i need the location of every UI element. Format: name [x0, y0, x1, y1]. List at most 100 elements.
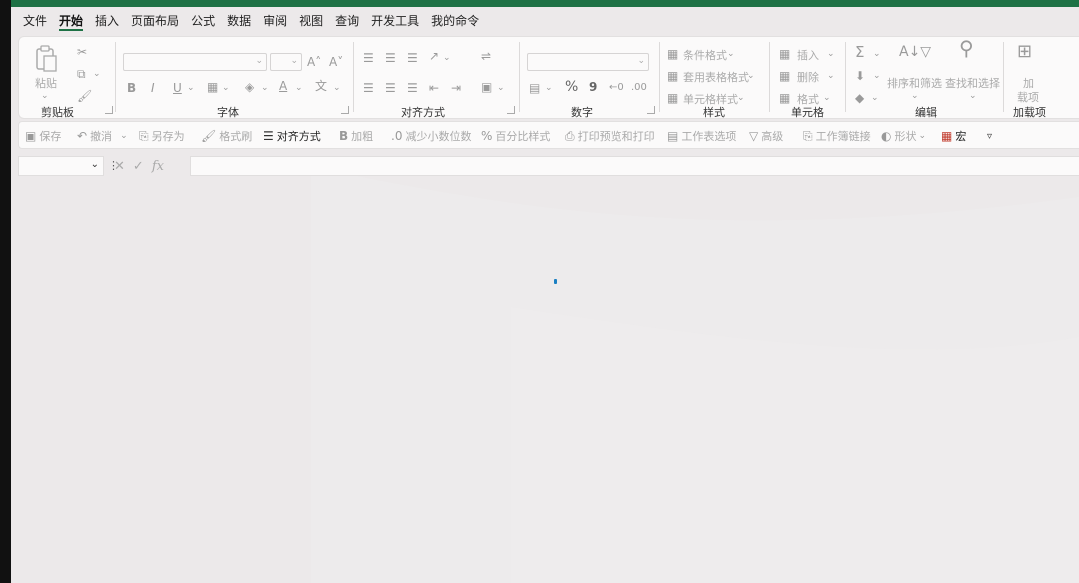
qat-print-preview-button[interactable]: ⎙ 打印预览和打印 [565, 127, 655, 145]
tab-view[interactable]: 视图 [293, 7, 329, 35]
qat-format-painter-button[interactable]: 🖌 格式刷 [201, 127, 252, 145]
delete-dropdown-icon[interactable]: ⌄ [827, 69, 835, 83]
enter-icon[interactable]: ✓ [133, 159, 144, 174]
shrink-font-icon[interactable]: A˅ [329, 55, 343, 69]
conditional-format-dropdown-icon[interactable]: ⌄ [727, 47, 735, 61]
qat-advanced-button[interactable]: ▽ 高级 [749, 127, 783, 145]
decrease-indent-icon[interactable]: ⇤ [429, 81, 439, 95]
copy-dropdown-icon[interactable]: ⌄ [93, 67, 101, 81]
align-left-icon[interactable]: ☰ [363, 81, 374, 95]
tab-file[interactable]: 文件 [17, 7, 53, 35]
paste-dropdown-icon[interactable]: ⌄ [41, 89, 49, 103]
qat-decrease-decimal-button[interactable]: .0 减少小数位数 [391, 127, 471, 145]
font-size-combo[interactable]: ⌄ [270, 53, 302, 71]
table-format-button[interactable]: 套用表格格式 [683, 69, 749, 85]
qat-undo-button[interactable]: ↶ 撤消 ⌄ [77, 127, 131, 145]
insert-cells-icon[interactable]: ▦ [779, 47, 790, 61]
sort-filter-dropdown-icon[interactable]: ⌄ [911, 89, 919, 103]
copy-icon[interactable]: ⧉ [77, 67, 86, 81]
accounting-dropdown-icon[interactable]: ⌄ [545, 81, 553, 95]
table-format-dropdown-icon[interactable]: ⌄ [747, 69, 755, 83]
underline-icon[interactable]: U [173, 81, 182, 95]
align-top-icon[interactable]: ☰ [363, 51, 374, 65]
delete-cells-button[interactable]: 删除 [797, 69, 819, 85]
border-icon[interactable]: ▦ [207, 80, 218, 94]
find-select-icon[interactable]: ⚲ [959, 38, 974, 58]
addins-button-line2[interactable]: 载项 [1017, 89, 1039, 105]
find-select-dropdown-icon[interactable]: ⌄ [969, 89, 977, 103]
phonetic-dropdown-icon[interactable]: ⌄ [333, 81, 341, 95]
insert-cells-button[interactable]: 插入 [797, 47, 819, 63]
autosum-icon[interactable]: Σ [855, 45, 864, 60]
format-cells-icon[interactable]: ▦ [779, 91, 790, 105]
qat-sheet-link-button[interactable]: ⎘ 工作簿链接 [803, 127, 871, 145]
tab-home[interactable]: 开始 [53, 7, 89, 35]
tab-developer[interactable]: 开发工具 [365, 7, 425, 35]
merge-cells-icon[interactable]: ▣ [481, 80, 492, 94]
conditional-format-icon[interactable]: ▦ [667, 47, 678, 61]
increase-indent-icon[interactable]: ⇥ [451, 81, 461, 95]
paste-icon[interactable] [33, 45, 59, 73]
clipboard-dialog-launcher[interactable] [105, 106, 113, 114]
tab-formulas[interactable]: 公式 [185, 7, 221, 35]
autosum-dropdown-icon[interactable]: ⌄ [873, 47, 881, 61]
insert-function-icon[interactable]: fx [152, 159, 164, 174]
formula-input[interactable] [190, 156, 1079, 176]
grow-font-icon[interactable]: A˄ [307, 55, 321, 69]
tab-review[interactable]: 审阅 [257, 7, 293, 35]
italic-icon[interactable]: I [151, 81, 155, 95]
tab-query[interactable]: 查询 [329, 7, 365, 35]
fill-color-dropdown-icon[interactable]: ⌄ [261, 81, 269, 95]
format-dropdown-icon[interactable]: ⌄ [823, 91, 831, 105]
format-painter-icon[interactable]: 🖌 [77, 89, 92, 103]
qat-customize-dropdown[interactable]: ▿ [987, 127, 995, 145]
name-box-dropdown-icon[interactable]: ⌄ [91, 159, 99, 170]
border-dropdown-icon[interactable]: ⌄ [222, 81, 230, 95]
align-right-icon[interactable]: ☰ [407, 81, 418, 95]
sort-filter-icon[interactable]: A↓▽ [899, 45, 931, 59]
qat-macro-button[interactable]: ▦ 宏 [941, 127, 966, 145]
qat-sheet-options-button[interactable]: ▤ 工作表选项 [667, 127, 736, 145]
align-center-icon[interactable]: ☰ [385, 81, 396, 95]
decrease-decimal-icon[interactable]: .00 [631, 81, 647, 95]
insert-dropdown-icon[interactable]: ⌄ [827, 47, 835, 61]
number-dialog-launcher[interactable] [647, 106, 655, 114]
orientation-dropdown-icon[interactable]: ⌄ [443, 51, 451, 65]
qat-bold-button[interactable]: B 加粗 [339, 127, 373, 145]
clear-dropdown-icon[interactable]: ⌄ [871, 91, 879, 105]
orientation-icon[interactable]: ↗ [429, 49, 439, 63]
merge-dropdown-icon[interactable]: ⌄ [497, 81, 505, 95]
table-format-icon[interactable]: ▦ [667, 69, 678, 83]
font-dialog-launcher[interactable] [341, 106, 349, 114]
font-color-dropdown-icon[interactable]: ⌄ [295, 81, 303, 95]
qat-percent-style-button[interactable]: % 百分比样式 [481, 127, 550, 145]
delete-cells-icon[interactable]: ▦ [779, 69, 790, 83]
number-format-combo[interactable]: ⌄ [527, 53, 649, 71]
align-middle-icon[interactable]: ☰ [385, 51, 396, 65]
cell-style-dropdown-icon[interactable]: ⌄ [737, 91, 745, 105]
fill-color-icon[interactable]: ◈ [245, 80, 254, 94]
accounting-format-icon[interactable]: ▤ [529, 81, 540, 95]
tab-insert[interactable]: 插入 [89, 7, 125, 35]
cut-icon[interactable]: ✂ [77, 45, 87, 59]
tab-data[interactable]: 数据 [221, 7, 257, 35]
qat-save-as-button[interactable]: ⎘ 另存为 [139, 127, 185, 145]
underline-dropdown-icon[interactable]: ⌄ [187, 81, 195, 95]
qat-align-button[interactable]: ☰ 对齐方式 [263, 127, 321, 145]
clear-icon[interactable]: ◆ [855, 91, 864, 105]
phonetic-icon[interactable]: 文 [315, 79, 327, 93]
font-color-icon[interactable]: A [279, 79, 287, 93]
font-name-combo[interactable]: ⌄ [123, 53, 267, 71]
align-bottom-icon[interactable]: ☰ [407, 51, 418, 65]
percent-icon[interactable]: % [565, 80, 578, 94]
undo-dropdown-icon[interactable]: ⌄ [120, 131, 128, 141]
wrap-text-icon[interactable]: ⇌ [481, 49, 491, 63]
bold-icon[interactable]: B [127, 81, 136, 95]
fill-icon[interactable]: ⬇ [855, 69, 865, 83]
qat-save-button[interactable]: ▣ 保存 [25, 127, 61, 145]
qat-shapes-button[interactable]: ◐ 形状 ⌄ [881, 127, 929, 145]
tab-my-commands[interactable]: 我的命令 [425, 7, 485, 35]
cell-style-icon[interactable]: ▦ [667, 91, 678, 105]
increase-decimal-icon[interactable]: ←0 [609, 81, 624, 95]
fill-dropdown-icon[interactable]: ⌄ [873, 69, 881, 83]
